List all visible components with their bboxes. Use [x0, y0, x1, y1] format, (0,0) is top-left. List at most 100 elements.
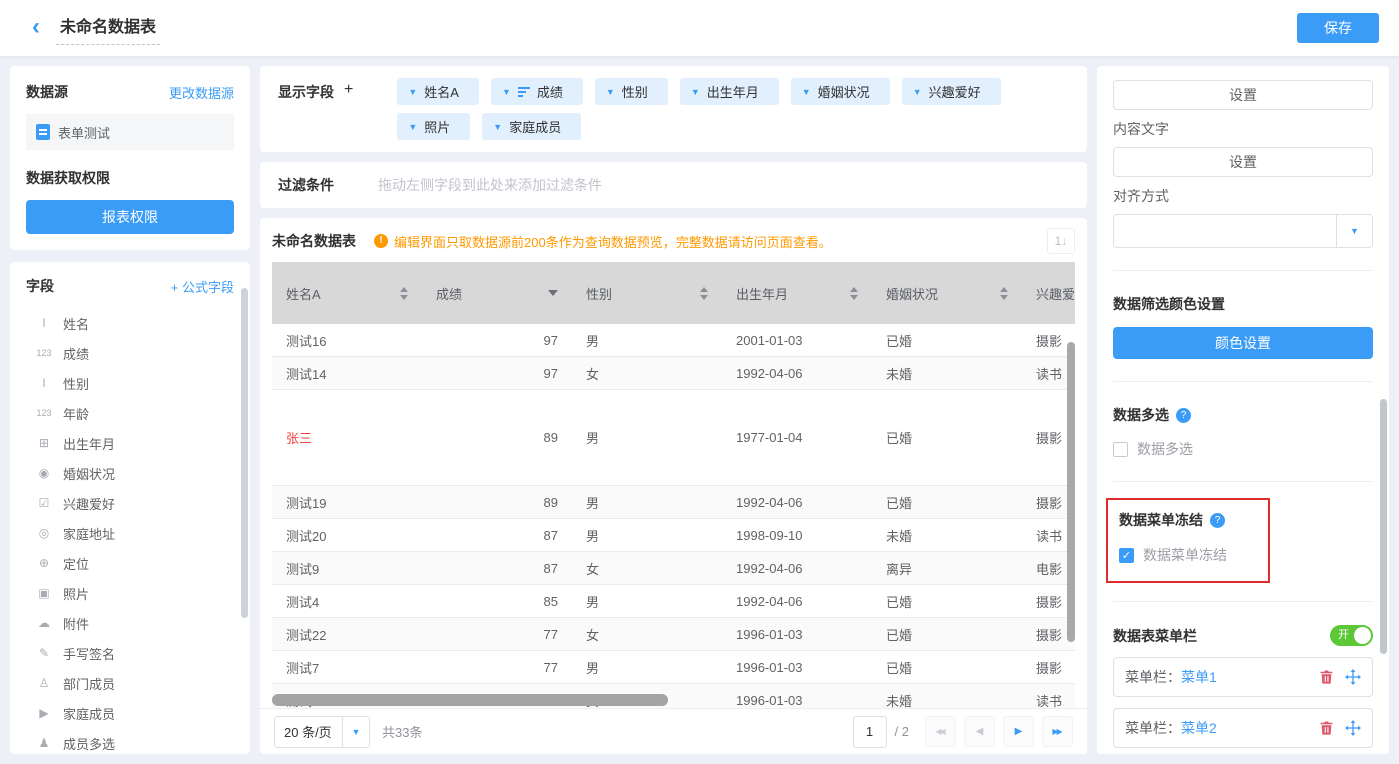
field-item[interactable]: ☑兴趣爱好 [26, 488, 234, 518]
menu-item-prefix: 菜单栏： [1125, 667, 1181, 687]
table-vertical-scrollbar[interactable] [1067, 342, 1075, 642]
menu-freeze-checkbox-row[interactable]: ✓ 数据菜单冻结 [1119, 545, 1258, 565]
chip-label: 婚姻状况 [818, 82, 870, 101]
sort-both-icon[interactable] [850, 287, 858, 300]
table-menu-label: 数据表菜单栏 [1113, 626, 1197, 646]
delete-icon[interactable] [1319, 669, 1334, 685]
field-item[interactable]: I姓名 [26, 308, 234, 338]
filter-dropzone[interactable]: 拖动左侧字段到此处来添加过滤条件 [378, 175, 602, 195]
table-horizontal-scrollbar[interactable] [272, 694, 668, 706]
field-chip[interactable]: ▼ 婚姻状况 [791, 78, 890, 105]
field-chip[interactable]: ▼兴趣爱好 [902, 78, 1001, 105]
next-page-button[interactable]: ▶ [1003, 716, 1034, 747]
chip-label: 照片 [424, 117, 450, 136]
content-text-set-button[interactable]: 设置 [1113, 147, 1373, 177]
prev-page-button[interactable]: ◀ [964, 716, 995, 747]
add-display-field-button[interactable]: + [344, 81, 353, 99]
menu-item-name[interactable]: 菜单2 [1181, 718, 1217, 738]
multi-select-checkbox-row[interactable]: 数据多选 [1113, 439, 1373, 459]
radio-field-icon: ◉ [34, 466, 54, 480]
page-title[interactable]: 未命名数据表 [56, 11, 160, 45]
field-item[interactable]: ⊞出生年月 [26, 428, 234, 458]
field-item[interactable]: ✎手写签名 [26, 638, 234, 668]
page-size-select[interactable]: 20 条/页 ▼ [274, 716, 370, 748]
column-header[interactable]: 婚姻状况 [872, 262, 1022, 324]
field-chip[interactable]: ▼性别 [595, 78, 668, 105]
menu-bar-item[interactable]: 菜单栏：菜单2 [1113, 708, 1373, 748]
last-page-button[interactable]: ▶▶ [1042, 716, 1073, 747]
field-label: 家庭地址 [63, 524, 115, 543]
back-icon[interactable]: ‹ [32, 15, 40, 39]
align-select-value [1114, 215, 1336, 247]
settings-scrollbar[interactable] [1380, 399, 1387, 654]
help-icon[interactable]: ? [1210, 513, 1225, 528]
field-item[interactable]: ▣照片 [26, 578, 234, 608]
sort-both-icon[interactable] [700, 287, 708, 300]
change-datasource-link[interactable]: 更改数据源 [169, 83, 234, 102]
field-item[interactable]: ◎家庭地址 [26, 518, 234, 548]
save-button[interactable]: 保存 [1297, 13, 1379, 43]
checkbox-unchecked-icon[interactable] [1113, 442, 1128, 457]
field-item[interactable]: ⊕定位 [26, 548, 234, 578]
field-item[interactable]: 123成绩 [26, 338, 234, 368]
first-page-button[interactable]: ◀◀ [925, 716, 956, 747]
delete-icon[interactable] [1319, 720, 1334, 736]
menu-item-name[interactable]: 菜单1 [1181, 667, 1217, 687]
move-icon[interactable] [1345, 720, 1361, 736]
fields-scrollbar[interactable] [241, 288, 248, 618]
sort-order-button[interactable]: 1↓ [1047, 228, 1075, 254]
column-header[interactable]: 兴趣爱好 [1022, 262, 1075, 324]
column-header[interactable]: 性别 [572, 262, 722, 324]
chip-label: 家庭成员 [509, 117, 561, 136]
checkbox-checked-icon[interactable]: ✓ [1119, 548, 1134, 563]
add-formula-field-link[interactable]: + 公式字段 [171, 277, 234, 296]
field-label: 定位 [63, 554, 89, 573]
color-settings-button[interactable]: 颜色设置 [1113, 327, 1373, 359]
pagination-bar: 20 条/页 ▼ 共33条 1 / 2 ◀◀ ◀ ▶ ▶▶ [260, 708, 1087, 754]
field-chip[interactable]: ▼照片 [397, 113, 470, 140]
align-select[interactable]: ▼ [1113, 214, 1373, 248]
field-chip[interactable]: ▼出生年月 [680, 78, 779, 105]
sort-desc-icon [518, 85, 530, 99]
attachment-field-icon: ☁ [34, 616, 54, 630]
fields-list: I姓名 123成绩 I性别 123年龄 ⊞出生年月 ◉婚姻状况 ☑兴趣爱好 ◎家… [26, 308, 234, 754]
field-chip[interactable]: ▼姓名A [397, 78, 479, 105]
field-item[interactable]: ☁ 附件 [26, 608, 234, 638]
column-header[interactable]: 成绩 [422, 262, 572, 324]
align-label: 对齐方式 [1113, 186, 1373, 206]
field-label: 附件 [63, 614, 89, 633]
field-chip-sorted[interactable]: ▼成绩 [491, 78, 583, 105]
field-item[interactable]: ♙部门成员 [26, 668, 234, 698]
toggle-on-label: 开 [1338, 629, 1349, 641]
fields-card: 字段 + 公式字段 I姓名 123成绩 I性别 123年龄 ⊞出生年月 ◉婚姻状… [10, 262, 250, 754]
chevron-down-icon: ▼ [802, 87, 811, 97]
field-item[interactable]: ♟成员多选 [26, 728, 234, 754]
field-item[interactable]: ▶家庭成员 [26, 698, 234, 728]
checkbox-label: 数据多选 [1137, 439, 1193, 459]
field-item[interactable]: I性别 [26, 368, 234, 398]
sort-desc-active-icon[interactable] [548, 290, 558, 296]
checkbox-label: 数据菜单冻结 [1143, 545, 1227, 565]
table-menu-toggle[interactable]: 开 [1330, 625, 1373, 646]
datasource-item[interactable]: 表单测试 [26, 114, 234, 150]
sort-both-icon[interactable] [400, 287, 408, 300]
header-text-set-button[interactable]: 设置 [1113, 80, 1373, 110]
move-icon[interactable] [1345, 669, 1361, 685]
field-item[interactable]: 123年龄 [26, 398, 234, 428]
help-icon[interactable]: ? [1176, 408, 1191, 423]
chip-label: 出生年月 [707, 82, 759, 101]
field-label: 出生年月 [63, 434, 115, 453]
chip-label: 姓名A [424, 82, 459, 101]
top-bar: ‹ 未命名数据表 保存 [0, 0, 1399, 56]
sort-both-icon[interactable] [1000, 287, 1008, 300]
field-chip[interactable]: ▼家庭成员 [482, 113, 581, 140]
column-header[interactable]: 出生年月 [722, 262, 872, 324]
table-row: 测试1989男1992-04-06已婚摄影 [272, 486, 1075, 519]
column-header[interactable]: 姓名A [272, 262, 422, 324]
page-number-input[interactable]: 1 [853, 716, 887, 748]
field-item[interactable]: ◉婚姻状况 [26, 458, 234, 488]
menu-bar-item[interactable]: 菜单栏：菜单1 [1113, 657, 1373, 697]
report-permission-button[interactable]: 报表权限 [26, 200, 234, 234]
table-row: 测试777男1996-01-03已婚摄影 [272, 651, 1075, 684]
form-doc-icon [36, 124, 50, 140]
